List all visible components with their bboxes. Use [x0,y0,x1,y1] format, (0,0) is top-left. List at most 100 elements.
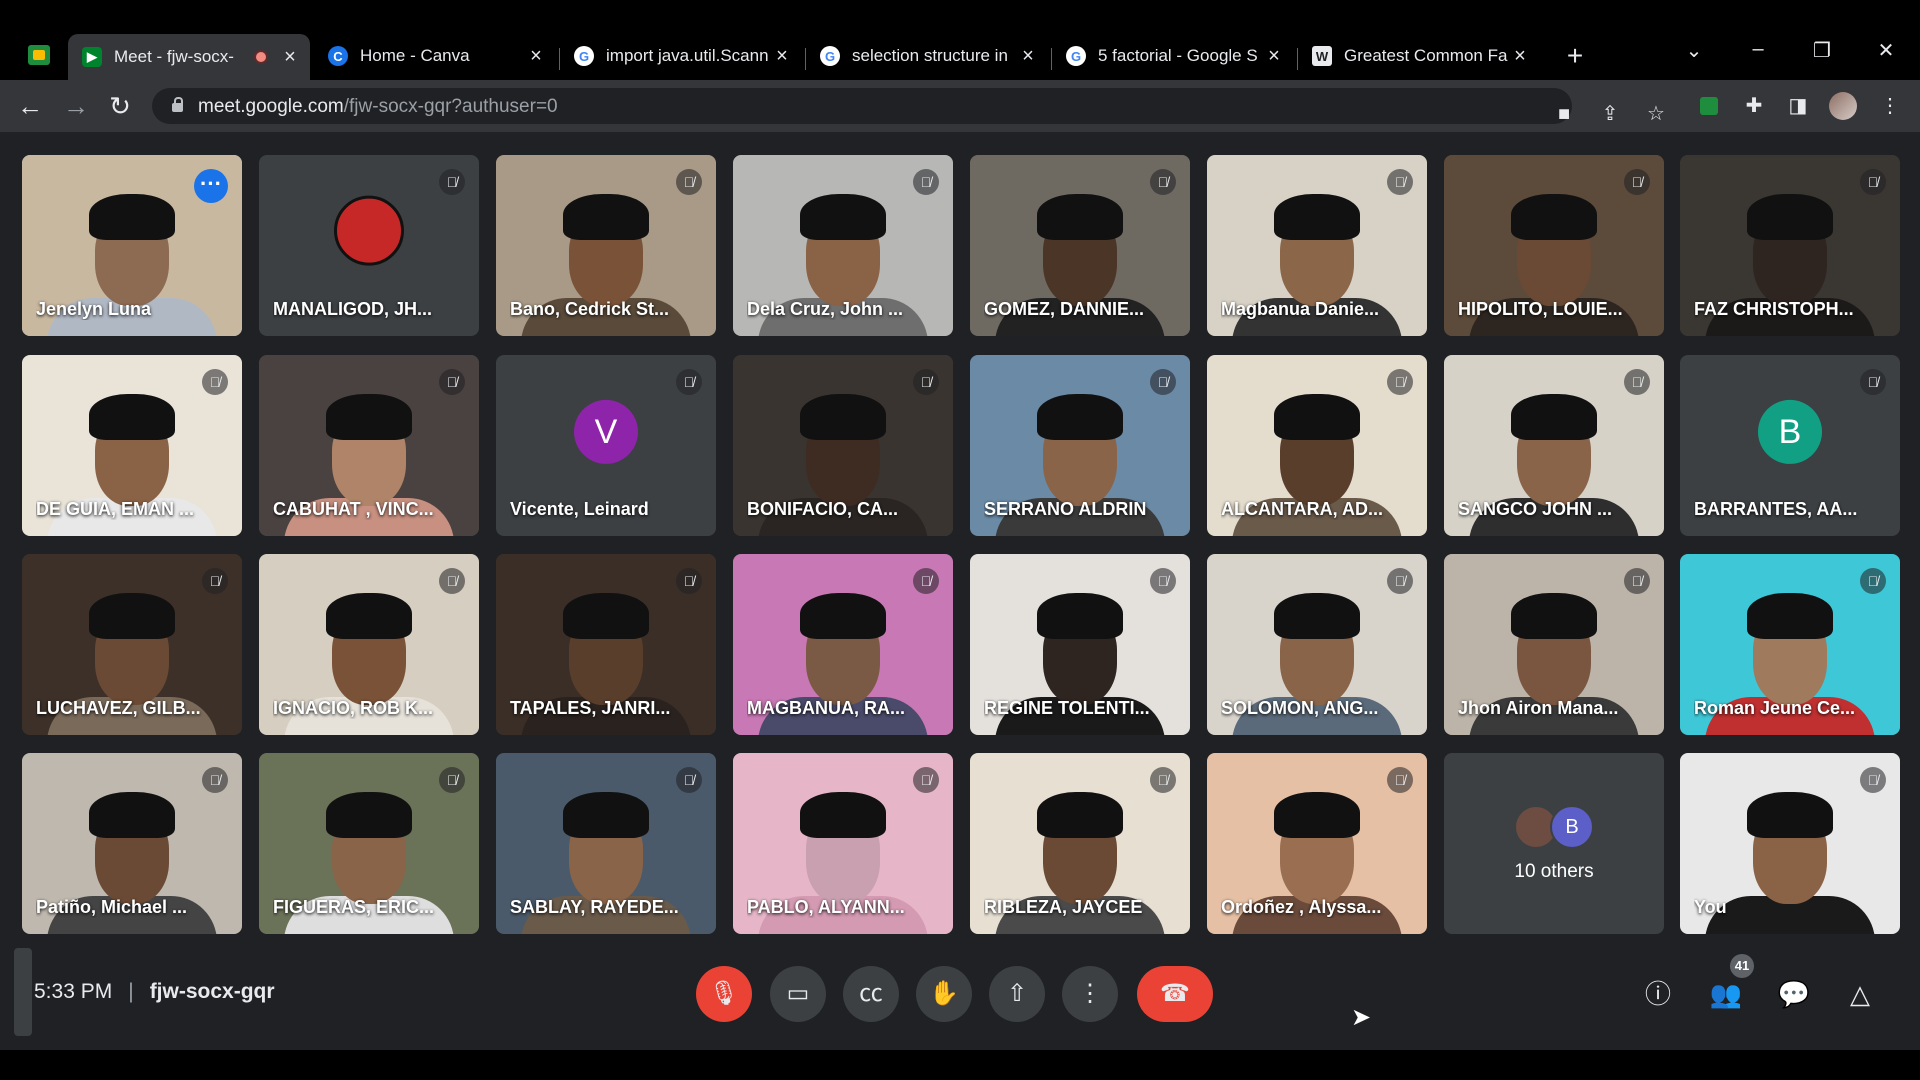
browser-menu-icon[interactable]: ⋮ [1878,94,1902,118]
video-hair [800,792,886,838]
restore-icon[interactable]: ❐ [1802,38,1842,63]
close-tab-icon[interactable]: × [280,46,300,69]
participant-tile[interactable]: B 🎙̸ BARRANTES, AA... [1680,355,1900,536]
minimize-icon[interactable]: – [1738,38,1778,61]
tab-search-icon[interactable]: ⌄ [1674,38,1714,63]
participant-tile[interactable]: 🎙̸ HIPOLITO, LOUIE... [1444,155,1664,336]
participant-tile[interactable]: 🎙̸ Ordoñez , Alyssa... [1207,753,1427,934]
participant-tile[interactable]: 🎙̸ IGNACIO, ROB K... [259,554,479,735]
close-tab-icon[interactable]: × [1018,45,1038,68]
back-icon[interactable]: ← [14,90,46,122]
wiki-icon: W [1312,46,1332,66]
share-icon[interactable]: ⇪ [1598,102,1622,126]
participant-tile[interactable]: 🎙̸ RIBLEZA, JAYCEE [970,753,1190,934]
participant-tile[interactable]: 🎙̸ MANALIGOD, JH... [259,155,479,336]
participant-tile[interactable]: 🎙̸ Bano, Cedrick St... [496,155,716,336]
participant-tile[interactable]: 🎙̸ REGINE TOLENTI... [970,554,1190,735]
meeting-info: 5:33 PM | fjw-socx-gqr [34,980,275,1004]
camera-button[interactable]: ▭ [770,966,826,1022]
mic-off-button[interactable]: 🎙 [696,966,752,1022]
close-tab-icon[interactable]: × [1510,45,1530,68]
close-tab-icon[interactable]: × [1264,45,1284,68]
participant-tile[interactable]: 🎙̸ Dela Cruz, John ... [733,155,953,336]
participant-tile[interactable]: 🎙̸ SERRANO ALDRIN [970,355,1190,536]
video-hair [1037,394,1123,440]
camera-permission-icon[interactable]: ■ [1552,102,1576,126]
participant-tile[interactable]: 🎙̸ Roman Jeune Ce... [1680,554,1900,735]
mic-muted-icon: 🎙̸ [676,169,702,195]
participant-tile[interactable]: 🎙̸ CABUHAT , VINC... [259,355,479,536]
meeting-details-icon[interactable]: ⓘ [1640,976,1676,1012]
tab-java-scanner[interactable]: G import java.util.Scann × [560,36,802,76]
google-sheets-app-icon[interactable] [28,45,50,65]
present-screen-button[interactable]: ⇧ [989,966,1045,1022]
participant-name: SABLAY, RAYEDE... [510,897,679,917]
participant-tile[interactable]: 🎙̸ Patiño, Michael ... [22,753,242,934]
others-tile[interactable]: B 10 others [1444,753,1664,934]
participant-tile[interactable]: 🎙̸ FAZ CHRISTOPH... [1680,155,1900,336]
participant-tile[interactable]: ··· Jenelyn Luna [22,155,242,336]
participant-tile[interactable]: V 🎙̸ Vicente, Leinard [496,355,716,536]
tab-meet[interactable]: ▶ Meet - fjw-socx- × [68,34,310,80]
profile-avatar[interactable] [1829,92,1857,120]
participant-tile[interactable]: 🎙̸ Magbanua Danie... [1207,155,1427,336]
self-tile[interactable]: 🎙̸ You [1680,753,1900,934]
participant-tile[interactable]: 🎙̸ FIGUERAS, ERIC... [259,753,479,934]
participant-tile[interactable]: 🎙̸ MAGBANUA, RA... [733,554,953,735]
video-hair [1274,194,1360,240]
close-window-icon[interactable]: ✕ [1866,38,1906,63]
mic-muted-icon: 🎙̸ [439,568,465,594]
extensions-puzzle-icon[interactable]: ✚ [1742,94,1766,118]
participant-tile[interactable]: 🎙̸ GOMEZ, DANNIE... [970,155,1190,336]
lock-icon[interactable] [172,97,183,112]
participant-tile[interactable]: 🎙̸ PABLO, ALYANN... [733,753,953,934]
new-tab-button[interactable]: + [1560,40,1590,72]
tab-factorial[interactable]: G 5 factorial - Google S × [1052,36,1294,76]
tab-canva[interactable]: C Home - Canva × [314,36,556,76]
participant-tile[interactable]: 🎙̸ SOLOMON, ANG... [1207,554,1427,735]
more-options-icon[interactable]: ··· [194,169,228,203]
reload-icon[interactable]: ↻ [104,90,136,122]
participant-name: FAZ CHRISTOPH... [1694,299,1854,319]
participant-name: Dela Cruz, John ... [747,299,904,319]
tab-gcd[interactable]: W Greatest Common Fa × [1298,36,1540,76]
captions-button[interactable]: ㏄ [843,966,899,1022]
url-text[interactable]: meet.google.com/fjw-socx-gqr?authuser=0 [198,96,558,118]
mouse-cursor-icon: ➤ [1351,1004,1372,1031]
bookmark-star-icon[interactable]: ☆ [1644,102,1668,126]
tab-title: Meet - fjw-socx- [114,47,234,66]
google-icon: G [1066,46,1086,66]
participant-tile[interactable]: 🎙̸ SANGCO JOHN ... [1444,355,1664,536]
participant-tile[interactable]: 🎙̸ LUCHAVEZ, GILB... [22,554,242,735]
address-bar[interactable]: meet.google.com/fjw-socx-gqr?authuser=0 … [152,88,1665,125]
participant-tile[interactable]: 🎙̸ BONIFACIO, CA... [733,355,953,536]
mic-muted-icon: 🎙̸ [1624,169,1650,195]
leave-call-button[interactable]: ☎ [1137,966,1213,1022]
video-hair [1511,194,1597,240]
mic-muted-icon: 🎙̸ [1150,369,1176,395]
participant-tile[interactable]: 🎙̸ Jhon Airon Mana... [1444,554,1664,735]
more-options-button[interactable]: ⋮ [1062,966,1118,1022]
side-panel-icon[interactable]: ◨ [1786,94,1810,118]
sidebar-handle[interactable] [14,948,32,1036]
avatar: B [1550,805,1594,849]
tab-selection-structure[interactable]: G selection structure in × [806,36,1048,76]
extension-sheets-icon[interactable] [1700,97,1718,115]
participant-tile[interactable]: 🎙̸ ALCANTARA, AD... [1207,355,1427,536]
tab-strip: ▶ Meet - fjw-socx- × C Home - Canva × G … [0,0,1920,80]
video-hair [1747,593,1833,639]
close-tab-icon[interactable]: × [526,45,546,68]
forward-icon[interactable]: → [60,90,92,122]
mic-muted-icon: 🎙̸ [202,767,228,793]
participant-tile[interactable]: 🎙̸ TAPALES, JANRI... [496,554,716,735]
raise-hand-button[interactable]: ✋ [916,966,972,1022]
mic-muted-icon: 🎙̸ [913,169,939,195]
participant-name: ALCANTARA, AD... [1221,499,1383,519]
participant-tile[interactable]: 🎙̸ SABLAY, RAYEDE... [496,753,716,934]
avatar [334,195,404,266]
participant-tile[interactable]: 🎙̸ DE GUIA, EMAN ... [22,355,242,536]
chat-icon[interactable]: 💬 [1776,976,1812,1012]
people-icon[interactable]: 👥 [1708,976,1744,1012]
close-tab-icon[interactable]: × [772,45,792,68]
activities-icon[interactable]: △ [1842,976,1878,1012]
